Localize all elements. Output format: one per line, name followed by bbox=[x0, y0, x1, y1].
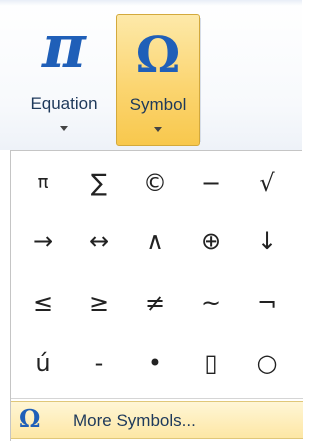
omega-icon: Ω bbox=[19, 404, 41, 433]
symbol-u-acute[interactable]: ú bbox=[17, 337, 69, 389]
chevron-down-icon[interactable] bbox=[154, 127, 162, 132]
symbol-sqrt[interactable]: √ bbox=[241, 157, 293, 209]
more-symbols-label: More Symbols... bbox=[73, 411, 196, 430]
symbol-label: Symbol bbox=[129, 95, 187, 114]
symbol-copyright[interactable]: © bbox=[129, 157, 181, 209]
symbol-not-equal[interactable]: ≠ bbox=[129, 277, 181, 329]
symbol-logical-and[interactable]: ∧ bbox=[129, 215, 181, 267]
symbol-left-right-arrow[interactable]: ↔ bbox=[73, 215, 125, 267]
symbol-bullet[interactable]: • bbox=[129, 337, 181, 389]
symbol-not-sign[interactable]: ¬ bbox=[241, 277, 293, 329]
symbol-greater-equal[interactable]: ≥ bbox=[73, 277, 125, 329]
symbol-row: ú - • ▯ ○ bbox=[11, 337, 303, 389]
symbol-down-arrow[interactable]: ↓ bbox=[241, 215, 293, 267]
pi-icon: π bbox=[42, 12, 86, 82]
symbol-tilde[interactable]: ~ bbox=[185, 277, 237, 329]
divider bbox=[11, 398, 303, 399]
equation-button[interactable]: π Equation bbox=[12, 12, 116, 146]
symbol-row: π ∑ © − √ bbox=[11, 157, 303, 209]
symbol-less-equal[interactable]: ≤ bbox=[17, 277, 69, 329]
chevron-down-icon[interactable] bbox=[60, 126, 68, 131]
more-symbols-button[interactable]: Ω More Symbols... bbox=[11, 401, 303, 439]
symbol-minus[interactable]: − bbox=[185, 157, 237, 209]
symbol-button[interactable]: Ω Symbol bbox=[116, 14, 200, 146]
symbol-gallery-dropdown: π ∑ © − √ → ↔ ∧ ⊕ ↓ ≤ ≥ ≠ ~ ¬ ú - • ▯ ○ bbox=[10, 150, 303, 441]
symbol-circle[interactable]: ○ bbox=[241, 337, 293, 389]
symbol-hyphen[interactable]: - bbox=[73, 337, 125, 389]
symbol-summation[interactable]: ∑ bbox=[73, 157, 125, 209]
symbol-row: → ↔ ∧ ⊕ ↓ bbox=[11, 215, 303, 267]
divider bbox=[200, 18, 201, 142]
symbol-row: ≤ ≥ ≠ ~ ¬ bbox=[11, 277, 303, 329]
equation-label: Equation bbox=[30, 94, 98, 113]
symbol-circled-plus[interactable]: ⊕ bbox=[185, 215, 237, 267]
symbol-rectangle[interactable]: ▯ bbox=[185, 337, 237, 389]
symbol-pi[interactable]: π bbox=[17, 157, 69, 209]
ribbon-group: π Equation Ω Symbol bbox=[0, 0, 302, 150]
ribbon-edge bbox=[0, 0, 302, 6]
omega-icon: Ω bbox=[135, 25, 181, 84]
symbol-right-arrow[interactable]: → bbox=[17, 215, 69, 267]
